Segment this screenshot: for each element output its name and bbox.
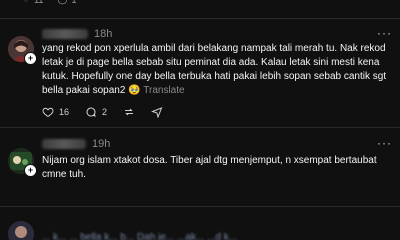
follow-plus-icon[interactable]: + bbox=[24, 164, 37, 177]
timestamp: 19h bbox=[92, 138, 111, 150]
like-count: 16 bbox=[59, 107, 70, 117]
timestamp: 18h bbox=[94, 28, 113, 40]
share-action[interactable] bbox=[151, 106, 163, 118]
post-text: Nijam org islam xtakot dosa. Tiber ajal … bbox=[42, 155, 377, 180]
reply-count: 1 bbox=[72, 0, 77, 5]
post-actions: 16 2 bbox=[42, 106, 163, 118]
follow-plus-icon[interactable]: + bbox=[24, 52, 37, 65]
avatar[interactable]: + bbox=[8, 148, 37, 177]
like-count: 11 bbox=[34, 0, 43, 5]
post-text: yang rekod pon xperlula ambil dari belak… bbox=[42, 43, 387, 96]
reply-action[interactable]: 2 bbox=[85, 106, 107, 118]
like-action[interactable]: ♡ 11 bbox=[22, 0, 43, 5]
heart-icon: ♡ bbox=[22, 0, 30, 5]
avatar[interactable] bbox=[8, 221, 34, 240]
more-options-icon[interactable]: ··· bbox=[377, 26, 392, 40]
previous-post-actions: ♡ 11 ◯ 1 bbox=[22, 0, 77, 5]
post-header: 19h bbox=[42, 138, 110, 150]
username-blurred[interactable] bbox=[42, 29, 88, 39]
send-icon bbox=[151, 107, 163, 118]
comment-icon: ◯ bbox=[57, 0, 67, 5]
post-header: 18h bbox=[42, 28, 112, 40]
post-text-partial: ... k... ... bella k... b... Dah je... .… bbox=[42, 232, 238, 240]
thread-feed: ♡ 11 ◯ 1 + 18h ··· yang bbox=[0, 0, 400, 240]
more-options-icon[interactable]: ··· bbox=[377, 136, 392, 150]
avatar[interactable]: + bbox=[8, 36, 37, 65]
reply-count: 2 bbox=[102, 107, 108, 117]
repost-icon bbox=[125, 108, 134, 116]
reply-action[interactable]: ◯ 1 bbox=[57, 0, 76, 5]
like-action[interactable]: 16 bbox=[42, 106, 69, 118]
post[interactable]: + 18h ··· yang rekod pon xperlula ambil … bbox=[0, 18, 400, 136]
heart-icon bbox=[42, 107, 54, 118]
post[interactable]: + 19h ··· Nijam org islam xtakot dosa. T… bbox=[0, 128, 400, 208]
crying-face-emoji: 🥹 bbox=[128, 85, 141, 96]
username-blurred[interactable] bbox=[42, 139, 86, 149]
repost-action[interactable] bbox=[123, 106, 135, 118]
post[interactable]: ... k... ... bella k... b... Dah je... .… bbox=[0, 207, 400, 240]
translate-link[interactable]: Translate bbox=[143, 85, 184, 96]
comment-icon bbox=[86, 107, 96, 117]
